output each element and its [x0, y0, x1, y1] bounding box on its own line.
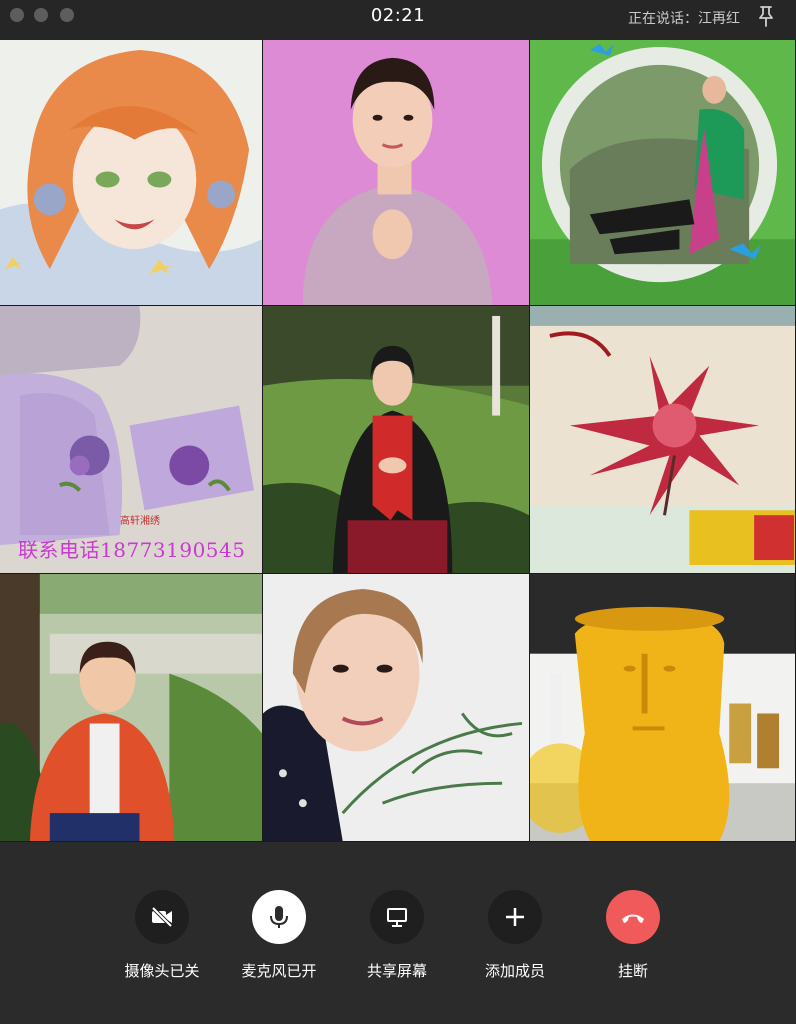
participant-tile-4[interactable]: 高轩湘绣 联系电话18773190545 [0, 306, 263, 574]
hang-up-label: 挂断 [617, 962, 648, 980]
title-bar: 02:21 正在说话：江再红 [0, 0, 796, 40]
participant-tile-5[interactable] [263, 306, 530, 574]
brand-watermark: 高轩湘绣 [120, 516, 160, 527]
pin-icon[interactable] [756, 5, 776, 27]
woman-red-scarf-image [263, 306, 529, 573]
share-screen-button[interactable]: 共享屏幕 [342, 890, 452, 981]
woman-selfie-plant-image [263, 574, 529, 841]
camera-toggle-button[interactable]: 摄像头已关 [107, 890, 217, 981]
plus-icon [488, 890, 542, 944]
participant-tile-2[interactable] [263, 40, 530, 306]
camera-label: 摄像头已关 [124, 962, 200, 980]
screen-share-icon [370, 890, 424, 944]
participant-tile-8[interactable] [263, 574, 530, 842]
add-member-label: 添加成员 [484, 962, 545, 980]
anime-avatar-image [0, 40, 262, 305]
camera-off-icon [135, 890, 189, 944]
embroidered-silk-image [0, 306, 262, 573]
participant-grid: 高轩湘绣 联系电话18773190545 [0, 40, 796, 842]
video-call-window: 02:21 正在说话：江再红 高轩湘绣 联系电话18773190545 摄像头已… [0, 0, 796, 1024]
participant-tile-3[interactable] [530, 40, 796, 306]
add-member-button[interactable]: 添加成员 [460, 890, 570, 981]
participant-tile-6[interactable] [530, 306, 796, 574]
embroidered-flower-image [530, 306, 795, 573]
woman-grass-frame-image [530, 40, 795, 305]
call-controls-bar: 摄像头已关 麦克风已开 共享屏幕 添加成员 挂断 [0, 842, 796, 1024]
participant-tile-9[interactable] [530, 574, 796, 842]
microphone-icon [252, 890, 306, 944]
hang-up-button[interactable]: 挂断 [578, 890, 688, 981]
contact-phone-watermark: 联系电话18773190545 [18, 538, 246, 562]
share-screen-label: 共享屏幕 [366, 962, 427, 980]
microphone-label: 麦克风已开 [241, 962, 317, 980]
woman-orange-coat-image [0, 574, 262, 841]
participant-tile-7[interactable] [0, 574, 263, 842]
microphone-toggle-button[interactable]: 麦克风已开 [224, 890, 334, 981]
active-speaker-label: 正在说话：江再红 [628, 11, 740, 27]
hangup-icon [606, 890, 660, 944]
yellow-statue-image [530, 574, 795, 841]
woman-pink-sweater-image [263, 40, 529, 305]
participant-tile-1[interactable] [0, 40, 263, 306]
